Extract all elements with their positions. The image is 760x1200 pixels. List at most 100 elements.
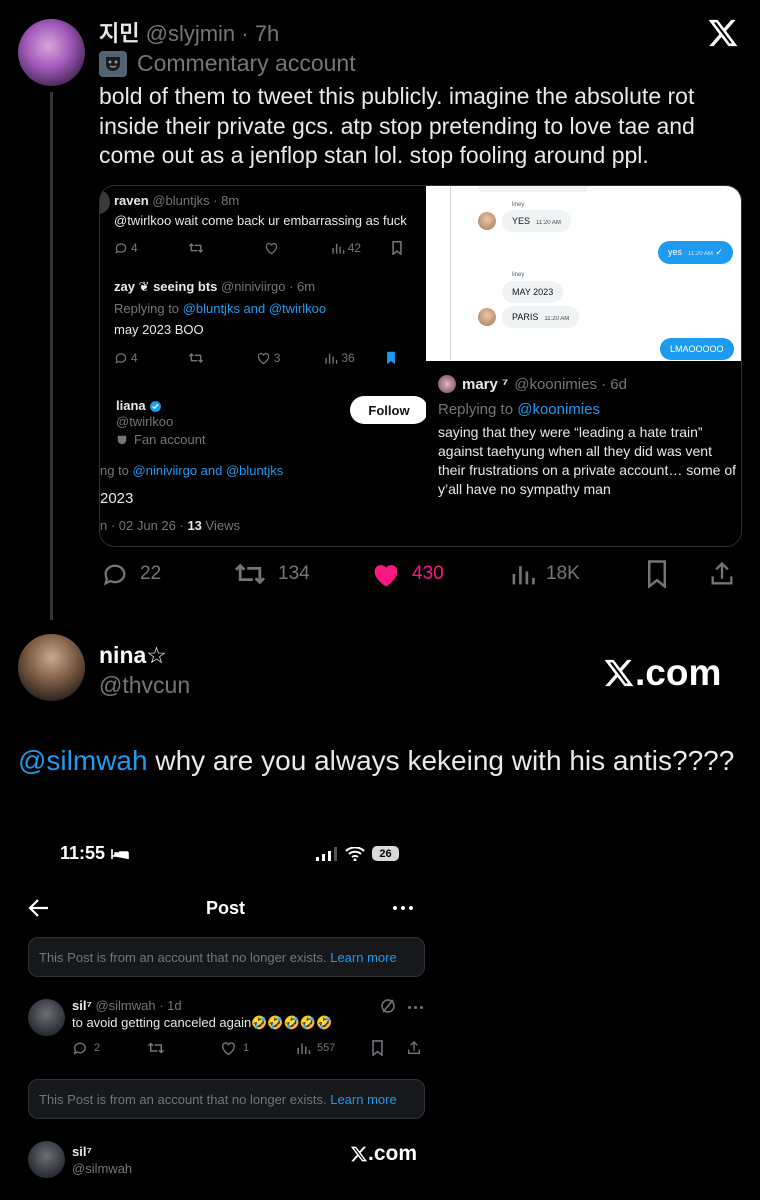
display-name[interactable]: 지민 xyxy=(99,21,139,46)
xcom-brand: .com xyxy=(603,652,721,694)
embedded-handle: @bluntjks · 8m xyxy=(152,193,240,208)
quote-name: mary ⁷ xyxy=(462,375,509,393)
tweet-text-body: why are you always kekeing with his anti… xyxy=(147,745,735,776)
avatar[interactable] xyxy=(18,19,85,86)
signal-icon xyxy=(316,846,338,861)
display-name[interactable]: sil⁷ xyxy=(72,1144,92,1159)
learn-more-link[interactable]: Learn more xyxy=(330,1092,396,1107)
timestamp: · 7h xyxy=(241,21,280,46)
mention-link[interactable]: @silmwah xyxy=(18,745,148,776)
battery-icon: 26 xyxy=(372,846,399,861)
avatar[interactable] xyxy=(28,1141,65,1178)
repost-icon xyxy=(188,351,204,365)
embedded-reply-count: 4 xyxy=(131,351,138,365)
display-name[interactable]: nina☆ xyxy=(99,642,167,669)
embedded-tweet-header: zay ❦ seeing bts @niniviirgo · 6m xyxy=(114,279,315,295)
xcom-brand: .com xyxy=(350,1142,417,1166)
embedded-tweet-header: raven @bluntjks · 8m xyxy=(114,193,239,208)
like-button[interactable]: 1 xyxy=(220,1040,249,1056)
embedded-actions: 4 42 xyxy=(114,241,403,255)
embedded-meta: n · 02 Jun 26 · 13 Views xyxy=(100,518,240,533)
avatar[interactable] xyxy=(18,634,85,701)
reply-icon xyxy=(114,241,128,255)
embedded-replying: Replying to @bluntjks and @twirlkoo xyxy=(114,301,326,316)
quote-handle: @koonimies · 6d xyxy=(514,375,627,393)
replying-prefix: Replying to xyxy=(438,401,514,418)
reply-count: 22 xyxy=(140,563,162,584)
deleted-post-notice: This Post is from an account that no lon… xyxy=(28,1079,425,1119)
embedded-tweet-header: liana xyxy=(116,398,162,413)
verified-icon xyxy=(149,400,162,413)
embedded-text: may 2023 BOO xyxy=(114,322,204,337)
like-button[interactable]: 430 xyxy=(370,560,444,588)
embedded-name: zay ❦ seeing bts xyxy=(114,279,218,294)
deleted-post-notice: This Post is from an account that no lon… xyxy=(28,937,425,977)
media-grid[interactable]: raven @bluntjks · 8m @twirlkoo wait come… xyxy=(99,185,742,547)
handle[interactable]: @silmwah xyxy=(72,1161,132,1176)
avatar xyxy=(100,190,110,214)
x-logo-icon xyxy=(603,657,635,689)
views-button[interactable]: 557 xyxy=(296,1040,335,1056)
theater-masks-icon xyxy=(99,50,127,77)
handle[interactable]: @thvcun xyxy=(99,672,190,699)
views-icon xyxy=(324,351,338,365)
chat-divider xyxy=(450,186,451,361)
clock: 11:55 xyxy=(60,843,106,863)
xcom-brand-text: .com xyxy=(635,652,722,693)
grok-icon[interactable] xyxy=(380,998,396,1014)
chat-sender: liney xyxy=(512,272,525,278)
bed-icon xyxy=(111,848,129,860)
handle[interactable]: @slyjmin xyxy=(146,21,236,46)
views-count: 557 xyxy=(317,1042,336,1054)
bookmark-button[interactable] xyxy=(371,1040,384,1056)
share-button[interactable] xyxy=(406,1040,422,1056)
share-icon xyxy=(708,560,736,588)
back-arrow-icon[interactable] xyxy=(28,898,50,918)
repost-button[interactable]: 134 xyxy=(232,560,310,588)
avatar xyxy=(438,375,456,393)
replying-to-link: @koonimies xyxy=(517,401,600,418)
repost-icon xyxy=(232,560,268,588)
bookmark-icon xyxy=(646,560,668,588)
chat-message: PARIS 11:20 AM xyxy=(502,306,580,328)
more-options-icon[interactable] xyxy=(408,1006,423,1009)
bookmark-icon xyxy=(391,241,403,255)
embedded-badge-text: Fan account xyxy=(134,432,206,447)
views-icon xyxy=(296,1040,311,1056)
reply-name[interactable]: sil⁷ xyxy=(72,998,92,1013)
share-icon xyxy=(406,1040,422,1056)
chat-message-sent: LMAOOOOO xyxy=(660,338,734,360)
views-button[interactable]: 18K xyxy=(510,560,580,588)
embedded-reply-count: 4 xyxy=(131,241,138,255)
bookmark-button[interactable] xyxy=(646,560,668,588)
more-options-icon[interactable] xyxy=(393,906,413,910)
reply-count: 2 xyxy=(94,1042,101,1054)
embedded-screenshot-left[interactable]: raven @bluntjks · 8m @twirlkoo wait come… xyxy=(100,186,428,546)
notice-text: This Post is from an account that no lon… xyxy=(39,1091,327,1107)
page-title: Post xyxy=(206,898,246,918)
share-button[interactable] xyxy=(708,560,736,588)
follow-button[interactable]: Follow xyxy=(350,396,428,424)
embedded-date: n · 02 Jun 26 · xyxy=(100,518,184,533)
like-count: 430 xyxy=(412,563,444,584)
avatar[interactable] xyxy=(28,999,65,1036)
reply-text: to avoid getting canceled again🤣🤣🤣🤣🤣 xyxy=(72,1015,333,1030)
embedded-handle: @twirlkoo xyxy=(116,414,174,429)
x-logo-icon xyxy=(706,17,740,49)
embedded-view-count: 13 xyxy=(187,518,202,533)
status-icons: 26 xyxy=(316,846,399,861)
reply-handle: @silmwah · 1d xyxy=(95,998,182,1013)
like-icon xyxy=(264,241,279,255)
reply-button[interactable]: 22 xyxy=(100,560,161,588)
tweet-author[interactable]: 지민 @slyjmin · 7h xyxy=(99,16,279,48)
reply-icon xyxy=(114,351,128,365)
embedded-quote-screenshot[interactable]: mary ⁷ @koonimies · 6d Replying to @koon… xyxy=(426,363,741,546)
repost-button[interactable] xyxy=(147,1040,165,1056)
tweet-actions: 22 134 430 18K xyxy=(100,560,740,594)
reply-icon xyxy=(100,560,130,588)
like-icon xyxy=(220,1040,237,1056)
quote-text: saying that they were “leading a hate tr… xyxy=(438,424,737,497)
learn-more-link[interactable]: Learn more xyxy=(330,950,396,965)
reply-button[interactable]: 2 xyxy=(72,1040,100,1056)
embedded-chat-screenshot[interactable]: liney YES 11:20 AM yes 11:20 AM ✓ liney MA… xyxy=(426,186,741,361)
